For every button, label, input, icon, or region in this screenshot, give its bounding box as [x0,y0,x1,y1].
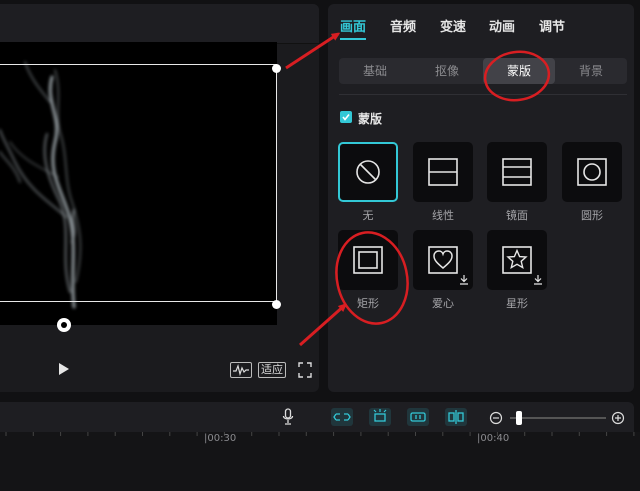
mask-option-linear[interactable] [413,142,473,202]
mask-label-heart: 爱心 [432,297,454,310]
zoom-slider-track[interactable] [510,417,606,419]
properties-panel: 画面 音频 变速 动画 调节 基础 抠像 蒙版 背景 蒙版 无 线性 镜面 圆形… [328,4,634,392]
tab-speed[interactable]: 变速 [440,16,466,35]
mask-label-linear: 线性 [432,209,454,222]
snap-button[interactable] [369,408,391,426]
subtab-cutout[interactable]: 抠像 [411,58,483,84]
tab-adjust[interactable]: 调节 [539,16,565,35]
zoom-in-icon[interactable] [611,411,625,425]
split-button[interactable] [445,408,467,426]
mask-option-circle[interactable] [562,142,622,202]
mask-option-star[interactable] [487,230,547,290]
subtab-basic[interactable]: 基础 [339,58,411,84]
timeline-ruler [5,432,635,436]
zoom-slider-knob[interactable] [516,411,522,425]
magnet-icon [373,409,387,422]
mask-checkbox[interactable] [340,111,352,123]
mask-label-mirror: 镜面 [506,209,528,222]
mask-option-mirror[interactable] [487,142,547,202]
subtab-background[interactable]: 背景 [555,58,627,84]
link-clips-button[interactable] [331,408,353,426]
mask-label-star: 星形 [506,297,528,310]
mask-option-rectangle[interactable] [338,230,398,290]
link-icon [333,413,351,421]
fit-button[interactable]: 适应 [258,362,286,378]
tick-label-30: |00:30 [204,433,237,444]
no-mask-icon [356,160,380,184]
mask-option-heart[interactable] [413,230,473,290]
preview-axis-icon [410,412,426,422]
fullscreen-icon[interactable] [298,362,312,378]
check-icon [342,114,350,121]
waveform-icon[interactable] [230,362,252,378]
mask-label-none: 无 [362,209,374,222]
play-icon[interactable] [58,362,70,376]
mirror-mask-icon [502,158,532,186]
download-icon [460,275,468,285]
preview-axis-button[interactable] [407,408,429,426]
linear-mask-icon [428,158,458,186]
circle-mask-icon [577,158,607,186]
divider [339,94,627,95]
download-icon [534,275,542,285]
smoke-image [0,61,82,309]
frame-handle-top-right[interactable] [272,64,281,73]
tab-audio[interactable]: 音频 [390,16,416,35]
subtab-mask[interactable]: 蒙版 [483,58,555,84]
mask-section-label: 蒙版 [358,112,383,126]
player-header [0,4,319,44]
frame-handle-bottom-right[interactable] [272,300,281,309]
mask-option-none[interactable] [338,142,398,202]
tab-animation[interactable]: 动画 [489,16,515,35]
tick-label-40: |00:40 [477,433,510,444]
zoom-out-icon[interactable] [489,411,503,425]
tab-canvas[interactable]: 画面 [340,16,367,40]
split-icon [448,410,464,424]
microphone-icon[interactable] [282,408,294,426]
mask-label-circle: 圆形 [581,209,603,222]
mask-label-rectangle: 矩形 [357,297,379,310]
main-tabs: 画面 音频 变速 动画 调节 [328,4,634,44]
video-preview[interactable] [0,42,277,325]
frame-anchor-point[interactable] [57,318,71,332]
rectangle-mask-icon [353,246,383,274]
sub-tabs: 基础 抠像 蒙版 背景 [339,58,627,84]
